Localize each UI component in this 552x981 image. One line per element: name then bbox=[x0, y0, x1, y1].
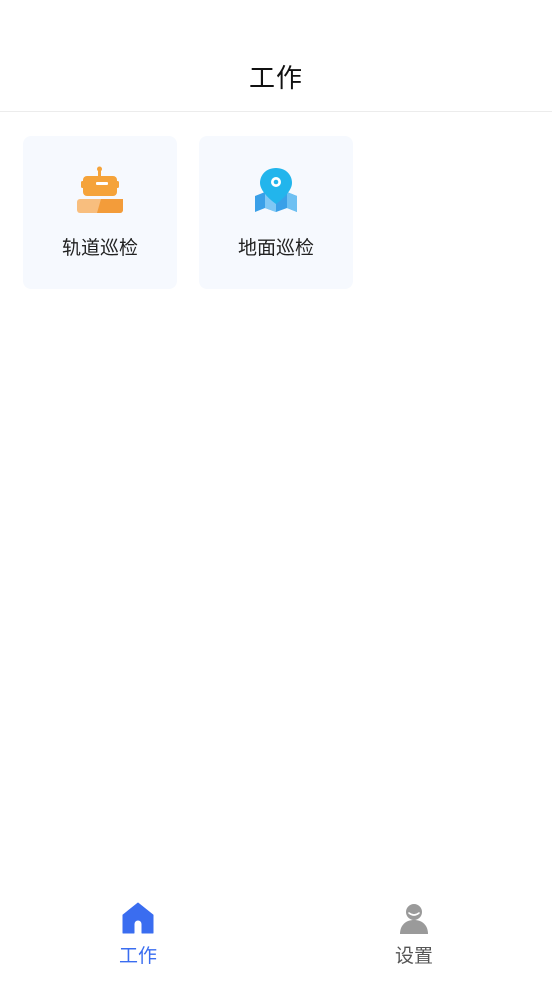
tab-settings[interactable]: 设置 bbox=[276, 881, 552, 981]
card-rail-inspection[interactable]: 轨道巡检 bbox=[23, 136, 177, 289]
app-screen: 工作 轨道巡检 地面巡检 工作 设置 bbox=[0, 0, 552, 981]
tab-label: 设置 bbox=[394, 945, 433, 967]
user-icon bbox=[400, 904, 428, 934]
card-ground-inspection[interactable]: 地面巡检 bbox=[199, 136, 353, 289]
card-label: 地面巡检 bbox=[237, 237, 314, 259]
page-title: 工作 bbox=[248, 64, 303, 94]
tab-bar: 工作 设置 bbox=[0, 881, 552, 981]
header: 工作 bbox=[0, 0, 552, 112]
tab-work[interactable]: 工作 bbox=[0, 881, 276, 981]
tab-label: 工作 bbox=[118, 945, 157, 967]
card-label: 轨道巡检 bbox=[61, 237, 138, 259]
home-icon bbox=[122, 902, 154, 934]
function-grid: 轨道巡检 地面巡检 bbox=[23, 136, 353, 289]
map-pin-icon bbox=[255, 168, 297, 212]
robot-rail-icon bbox=[77, 166, 123, 213]
